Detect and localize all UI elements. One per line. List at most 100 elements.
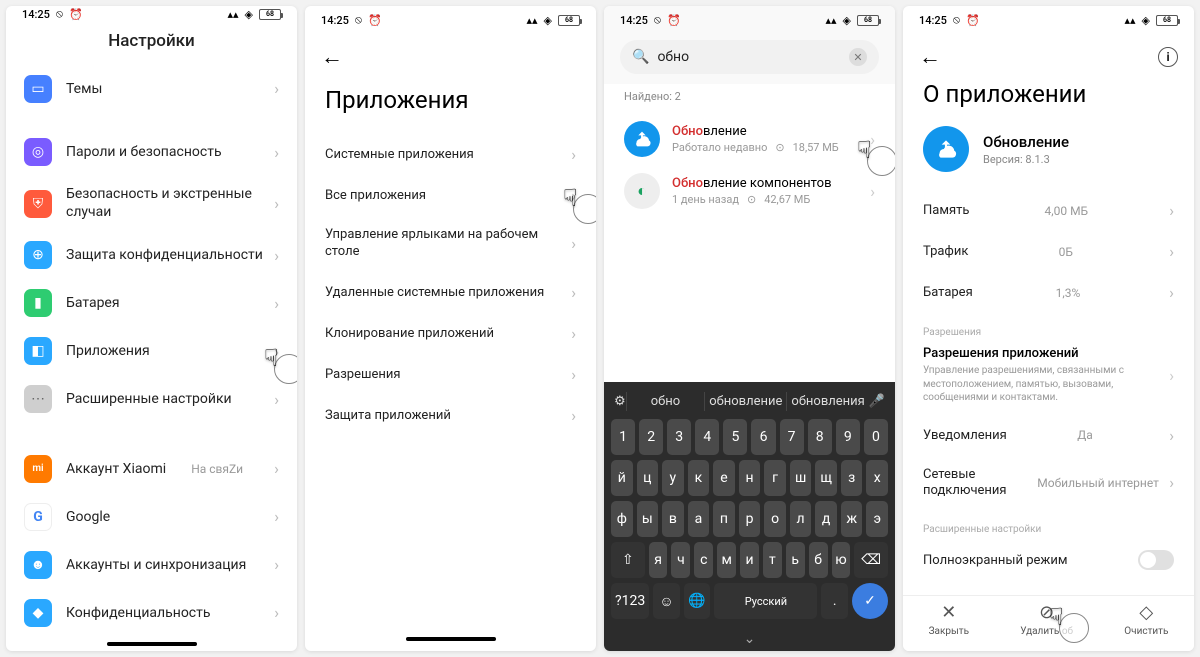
- key[interactable]: х: [866, 460, 888, 496]
- settings-row-battery[interactable]: ▮ Батарея ›: [6, 279, 297, 327]
- key[interactable]: о: [764, 501, 786, 537]
- period-key[interactable]: .: [821, 583, 848, 619]
- alarm-icon: ⏰: [368, 14, 382, 27]
- key[interactable]: 1: [611, 419, 635, 455]
- key[interactable]: 5: [723, 419, 747, 455]
- key[interactable]: ю: [832, 542, 851, 578]
- clear-search-button[interactable]: ✕: [849, 48, 867, 66]
- key[interactable]: 3: [667, 419, 691, 455]
- stat-row-battery[interactable]: Батарея1,3%›: [903, 272, 1194, 313]
- navigation-bar[interactable]: [305, 627, 596, 651]
- chevron-right-icon: ›: [1169, 201, 1174, 220]
- info-button[interactable]: i: [1158, 47, 1178, 67]
- key[interactable]: к: [688, 460, 710, 496]
- key[interactable]: 4: [695, 419, 719, 455]
- navigation-bar[interactable]: ⌄: [604, 627, 895, 651]
- numeric-key[interactable]: ?123: [611, 583, 649, 619]
- stat-row-traffic[interactable]: Трафик0Б›: [903, 231, 1194, 272]
- key[interactable]: ф: [611, 501, 633, 537]
- back-button[interactable]: ←: [919, 44, 941, 70]
- key[interactable]: п: [713, 501, 735, 537]
- emoji-key[interactable]: ☺: [653, 583, 680, 619]
- key[interactable]: в: [662, 501, 684, 537]
- mic-icon[interactable]: 🎤: [869, 394, 885, 409]
- key[interactable]: 6: [751, 419, 775, 455]
- key[interactable]: 7: [780, 419, 804, 455]
- key[interactable]: 8: [808, 419, 832, 455]
- chevron-right-icon: ›: [274, 459, 279, 478]
- search-result-row[interactable]: ◐ Обновление компонентов 1 день назад ⊙ …: [604, 165, 895, 217]
- apps-row-shortcuts[interactable]: Управление ярлыками на рабочем столе›: [305, 216, 596, 272]
- settings-row-google[interactable]: G Google ›: [6, 493, 297, 541]
- key[interactable]: я: [649, 542, 668, 578]
- key[interactable]: з: [841, 460, 863, 496]
- close-action[interactable]: ✕Закрыть: [929, 602, 969, 637]
- key[interactable]: н: [739, 460, 761, 496]
- enter-key[interactable]: ✓: [852, 583, 888, 619]
- settings-row-safety[interactable]: ⛨ Безопасность и экстренные случаи ›: [6, 176, 297, 231]
- key[interactable]: л: [790, 501, 812, 537]
- key[interactable]: т: [763, 542, 782, 578]
- apps-row-all[interactable]: Все приложения›: [305, 175, 596, 216]
- clear-action[interactable]: ◇Очистить: [1124, 602, 1168, 637]
- key[interactable]: 2: [639, 419, 663, 455]
- stat-row-memory[interactable]: Память4,00 МБ›: [903, 190, 1194, 231]
- back-button[interactable]: ←: [321, 44, 343, 70]
- key[interactable]: 9: [836, 419, 860, 455]
- key[interactable]: е: [713, 460, 735, 496]
- apps-row-permissions[interactable]: Разрешения›: [305, 354, 596, 395]
- key[interactable]: ь: [786, 542, 805, 578]
- settings-row-advanced[interactable]: ⋯ Расширенные настройки ›: [6, 375, 297, 423]
- kb-suggestion[interactable]: обновление: [704, 392, 786, 411]
- key[interactable]: э: [866, 501, 888, 537]
- key[interactable]: м: [717, 542, 736, 578]
- fullscreen-row[interactable]: Полноэкранный режим: [903, 539, 1194, 581]
- settings-row-privacy[interactable]: ⊕ Защита конфиденциальности ›: [6, 231, 297, 279]
- notifications-row[interactable]: УведомленияДа›: [903, 415, 1194, 456]
- key[interactable]: ы: [637, 501, 659, 537]
- key[interactable]: р: [739, 501, 761, 537]
- key[interactable]: с: [694, 542, 713, 578]
- key[interactable]: ж: [841, 501, 863, 537]
- alarm-icon: ⏰: [667, 14, 681, 27]
- search-result-row[interactable]: Обновление Работало недавно ⊙ 18,57 МБ ›: [604, 113, 895, 165]
- kb-suggestion[interactable]: обно: [626, 392, 705, 411]
- apps-row-deleted[interactable]: Удаленные системные приложения›: [305, 272, 596, 313]
- collapse-keyboard-icon[interactable]: ⌄: [744, 631, 756, 647]
- network-row[interactable]: Сетевые подключения Мобильный интернет ›: [903, 456, 1194, 511]
- key[interactable]: 0: [864, 419, 888, 455]
- key[interactable]: г: [764, 460, 786, 496]
- settings-row-passwords[interactable]: ◎ Пароли и безопасность ›: [6, 128, 297, 176]
- uninstall-action[interactable]: ⊘Удалить об: [1020, 602, 1073, 637]
- navigation-bar[interactable]: [6, 637, 297, 651]
- search-input[interactable]: 🔍 обно ✕: [620, 40, 879, 74]
- settings-row-accounts[interactable]: ☻ Аккаунты и синхронизация ›: [6, 541, 297, 589]
- settings-row-themes[interactable]: ▭ Темы ›: [6, 65, 297, 113]
- keyboard-settings-icon[interactable]: ⚙: [614, 394, 626, 409]
- apps-row-clone[interactable]: Клонирование приложений›: [305, 313, 596, 354]
- key[interactable]: ш: [790, 460, 812, 496]
- key[interactable]: а: [688, 501, 710, 537]
- key[interactable]: б: [809, 542, 828, 578]
- key[interactable]: ч: [671, 542, 690, 578]
- key[interactable]: и: [740, 542, 759, 578]
- toggle-switch[interactable]: [1138, 550, 1174, 570]
- apps-row-protection[interactable]: Защита приложений›: [305, 395, 596, 436]
- language-key[interactable]: 🌐: [684, 583, 711, 619]
- row-label: Батарея: [923, 285, 973, 300]
- key[interactable]: у: [662, 460, 684, 496]
- settings-row-apps[interactable]: ◧ Приложения ›: [6, 327, 297, 375]
- key[interactable]: щ: [815, 460, 837, 496]
- apps-row-system[interactable]: Системные приложения›: [305, 134, 596, 175]
- kb-suggestion[interactable]: обновления: [786, 392, 868, 411]
- key[interactable]: д: [815, 501, 837, 537]
- spacebar[interactable]: Русский: [714, 583, 817, 619]
- settings-row-xiaomi-account[interactable]: mi Аккаунт Xiaomi На свяZи ›: [6, 445, 297, 493]
- backspace-key[interactable]: ⌫: [854, 542, 888, 578]
- settings-row-confidential[interactable]: ◆ Конфиденциальность ›: [6, 589, 297, 637]
- keyboard[interactable]: ⚙ обно обновление обновления 🎤 123456789…: [604, 382, 895, 627]
- key[interactable]: й: [611, 460, 633, 496]
- app-permissions-row[interactable]: Разрешения приложений Управление разреше…: [903, 342, 1194, 415]
- shift-key[interactable]: ⇧: [611, 542, 645, 578]
- key[interactable]: ц: [637, 460, 659, 496]
